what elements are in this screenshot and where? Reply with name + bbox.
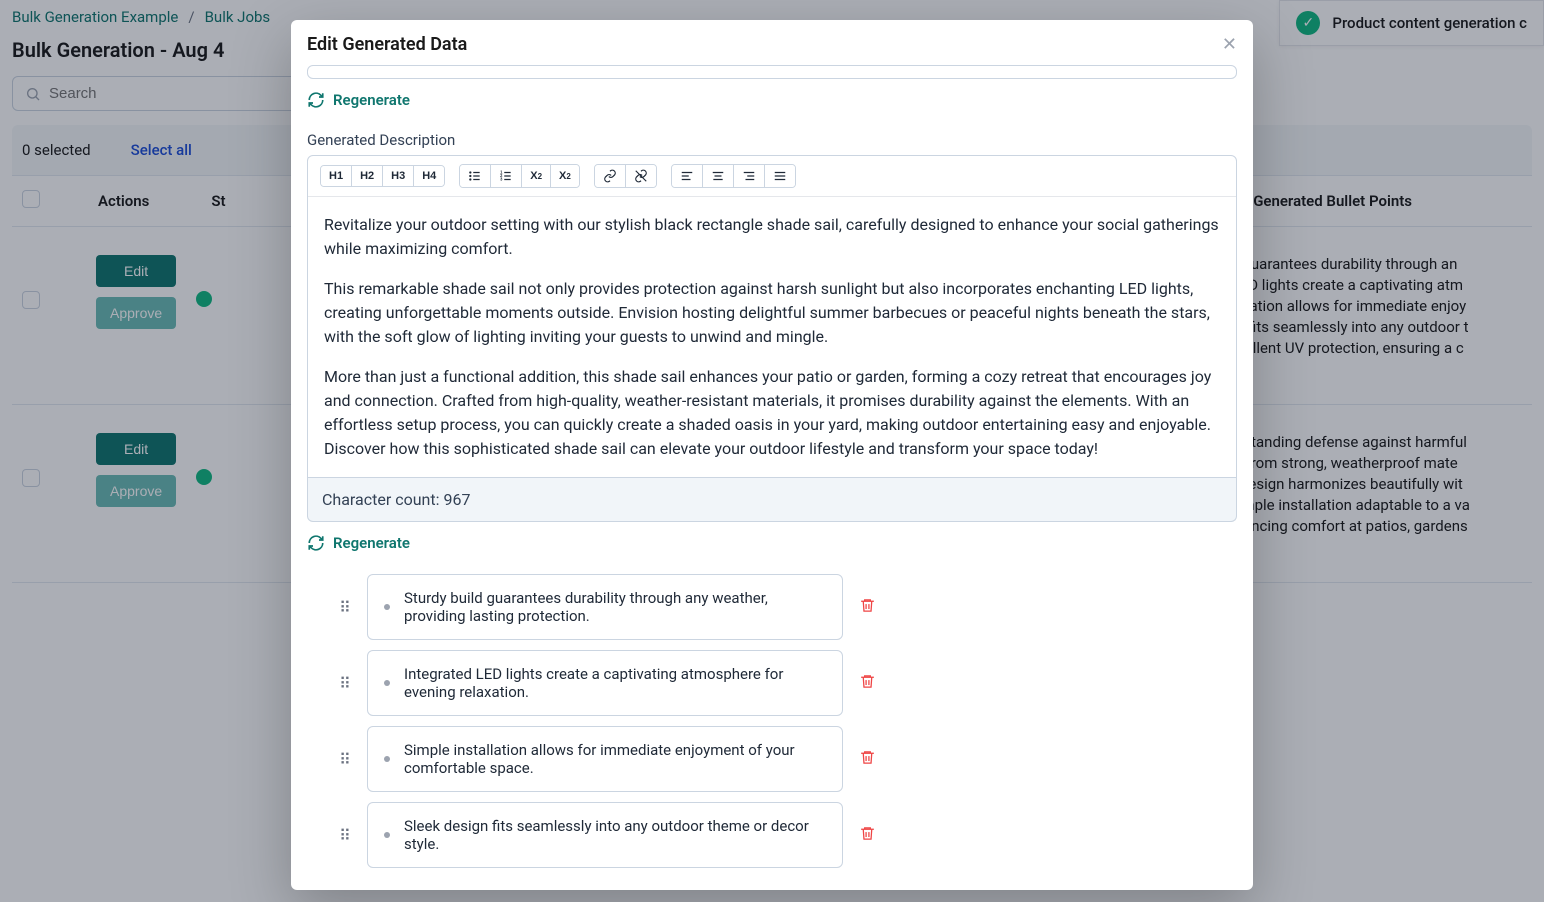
paragraph: More than just a functional addition, th…	[324, 365, 1220, 461]
regenerate-label: Regenerate	[333, 91, 410, 109]
trash-icon	[859, 597, 876, 614]
modal-header: Edit Generated Data ✕	[291, 20, 1253, 59]
bullet-input[interactable]: Integrated LED lights create a captivati…	[367, 650, 843, 716]
trash-icon	[859, 749, 876, 766]
subscript-button[interactable]: X2	[522, 165, 551, 187]
bullet-text: Sleek design fits seamlessly into any ou…	[404, 817, 826, 853]
svg-text:3: 3	[500, 177, 503, 182]
regenerate-label: Regenerate	[333, 534, 410, 552]
bullet-input[interactable]: Simple installation allows for immediate…	[367, 726, 843, 792]
ordered-list-button[interactable]: 123	[491, 165, 522, 187]
modal-body: Regenerate Generated Description H1 H2 H…	[291, 59, 1253, 890]
bullet-row: ⠿ Sleek design fits seamlessly into any …	[337, 802, 877, 868]
paragraph: This remarkable shade sail not only prov…	[324, 277, 1220, 349]
bullet-input[interactable]: Sleek design fits seamlessly into any ou…	[367, 802, 843, 868]
align-left-button[interactable]	[672, 165, 703, 187]
rte-toolbar: H1 H2 H3 H4 123 X2 X2	[308, 156, 1236, 197]
rte-content[interactable]: Revitalize your outdoor setting with our…	[308, 197, 1236, 477]
regenerate-button[interactable]: Regenerate	[307, 534, 1237, 552]
align-right-button[interactable]	[734, 165, 765, 187]
paragraph: Revitalize your outdoor setting with our…	[324, 213, 1220, 261]
modal-title: Edit Generated Data	[307, 34, 467, 55]
drag-handle-icon[interactable]: ⠿	[337, 750, 353, 769]
align-center-button[interactable]	[703, 165, 734, 187]
refresh-icon	[307, 534, 325, 552]
truncated-field	[307, 65, 1237, 79]
heading-group: H1 H2 H3 H4	[320, 165, 445, 187]
char-count: Character count: 967	[307, 478, 1237, 522]
close-icon[interactable]: ✕	[1222, 34, 1237, 55]
trash-icon	[859, 673, 876, 690]
link-group	[594, 164, 657, 188]
rich-text-editor: H1 H2 H3 H4 123 X2 X2	[307, 155, 1237, 478]
bullet-dot-icon	[384, 756, 390, 762]
superscript-button[interactable]: X2	[551, 165, 579, 187]
h2-button[interactable]: H2	[352, 166, 383, 186]
refresh-icon	[307, 91, 325, 109]
bullet-dot-icon	[384, 604, 390, 610]
bullet-dot-icon	[384, 680, 390, 686]
bullet-row: ⠿ Integrated LED lights create a captiva…	[337, 650, 877, 716]
drag-handle-icon[interactable]: ⠿	[337, 674, 353, 693]
delete-button[interactable]	[857, 597, 877, 618]
link-button[interactable]	[595, 165, 626, 187]
bullet-row: ⠿ Sturdy build guarantees durability thr…	[337, 574, 877, 640]
align-group	[671, 164, 796, 188]
align-justify-button[interactable]	[765, 165, 795, 187]
section-label: Generated Description	[307, 131, 1237, 149]
bullet-text: Integrated LED lights create a captivati…	[404, 665, 826, 701]
modal-overlay[interactable]: Edit Generated Data ✕ Regenerate Generat…	[0, 0, 1544, 902]
edit-modal: Edit Generated Data ✕ Regenerate Generat…	[291, 20, 1253, 890]
trash-icon	[859, 825, 876, 842]
bullet-row: ⠿ Simple installation allows for immedia…	[337, 726, 877, 792]
bullet-text: Simple installation allows for immediate…	[404, 741, 826, 777]
bullet-dot-icon	[384, 832, 390, 838]
list-group: 123 X2 X2	[459, 164, 580, 188]
delete-button[interactable]	[857, 825, 877, 846]
drag-handle-icon[interactable]: ⠿	[337, 826, 353, 845]
delete-button[interactable]	[857, 749, 877, 770]
regenerate-button[interactable]: Regenerate	[307, 91, 1237, 109]
bullet-input[interactable]: Sturdy build guarantees durability throu…	[367, 574, 843, 640]
delete-button[interactable]	[857, 673, 877, 694]
h3-button[interactable]: H3	[383, 166, 414, 186]
unlink-button[interactable]	[626, 165, 656, 187]
bullet-items: ⠿ Sturdy build guarantees durability thr…	[337, 574, 877, 868]
bullet-text: Sturdy build guarantees durability throu…	[404, 589, 826, 625]
drag-handle-icon[interactable]: ⠿	[337, 598, 353, 617]
h4-button[interactable]: H4	[414, 166, 444, 186]
bullet-list-button[interactable]	[460, 165, 491, 187]
h1-button[interactable]: H1	[321, 166, 352, 186]
